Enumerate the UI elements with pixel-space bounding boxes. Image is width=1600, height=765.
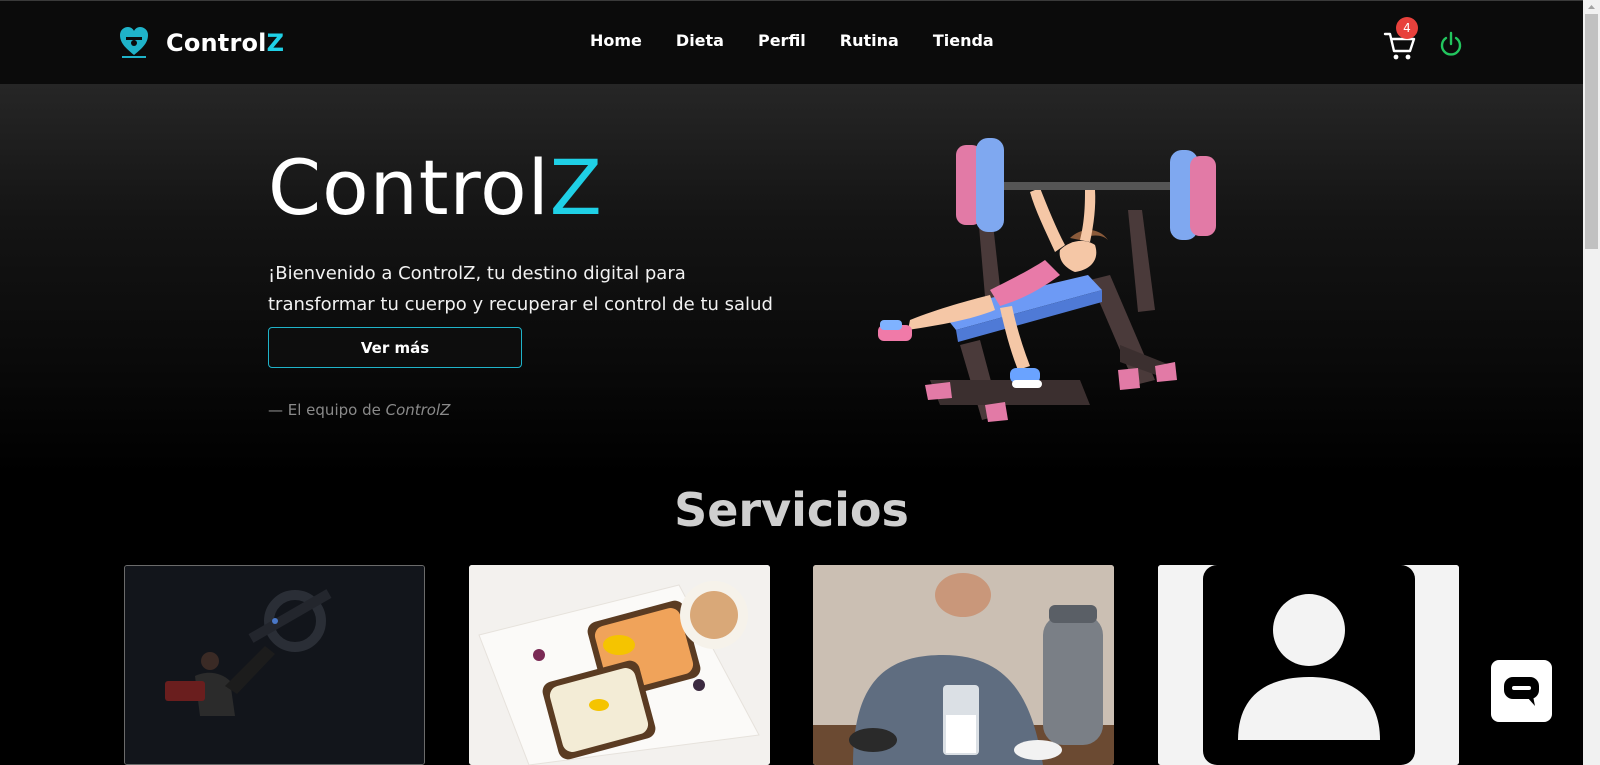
- nav-link-home[interactable]: Home: [590, 31, 642, 50]
- cart-count-badge: 4: [1396, 17, 1418, 39]
- supplements-photo: [813, 565, 1114, 765]
- power-icon[interactable]: [1438, 31, 1464, 59]
- services-title: Servicios: [674, 483, 909, 537]
- service-card-diet[interactable]: [469, 565, 770, 765]
- ver-mas-button[interactable]: Ver más: [268, 327, 522, 368]
- top-navbar: ControlZ Home Dieta Perfil Rutina Tienda…: [0, 0, 1583, 84]
- vertical-scrollbar[interactable]: [1583, 0, 1600, 765]
- service-card-supplements[interactable]: [813, 565, 1114, 765]
- diet-photo: [469, 565, 770, 765]
- chat-icon: [1504, 677, 1539, 706]
- training-photo: [125, 566, 424, 764]
- service-card-profile[interactable]: [1158, 565, 1459, 765]
- avatar-icon: [1158, 565, 1459, 765]
- nav-link-perfil[interactable]: Perfil: [758, 31, 806, 50]
- hero-signature: — El equipo de ControlZ: [268, 401, 451, 419]
- logo-icon: [120, 27, 148, 58]
- hero-section: [0, 84, 1583, 474]
- nav-link-dieta[interactable]: Dieta: [676, 31, 724, 50]
- scrollbar-thumb[interactable]: [1585, 14, 1598, 249]
- bench-press-illustration: [878, 138, 1216, 422]
- chat-button[interactable]: [1491, 660, 1552, 722]
- nav-link-rutina[interactable]: Rutina: [840, 31, 899, 50]
- nav-links: Home Dieta Perfil Rutina Tienda: [590, 31, 1028, 50]
- hero-title: ControlZ: [268, 143, 603, 232]
- service-card-training[interactable]: [124, 565, 425, 765]
- nav-link-tienda[interactable]: Tienda: [933, 31, 994, 50]
- scroll-up-icon[interactable]: [1583, 0, 1600, 14]
- brand-name: ControlZ: [166, 29, 285, 57]
- brand[interactable]: ControlZ: [118, 25, 284, 61]
